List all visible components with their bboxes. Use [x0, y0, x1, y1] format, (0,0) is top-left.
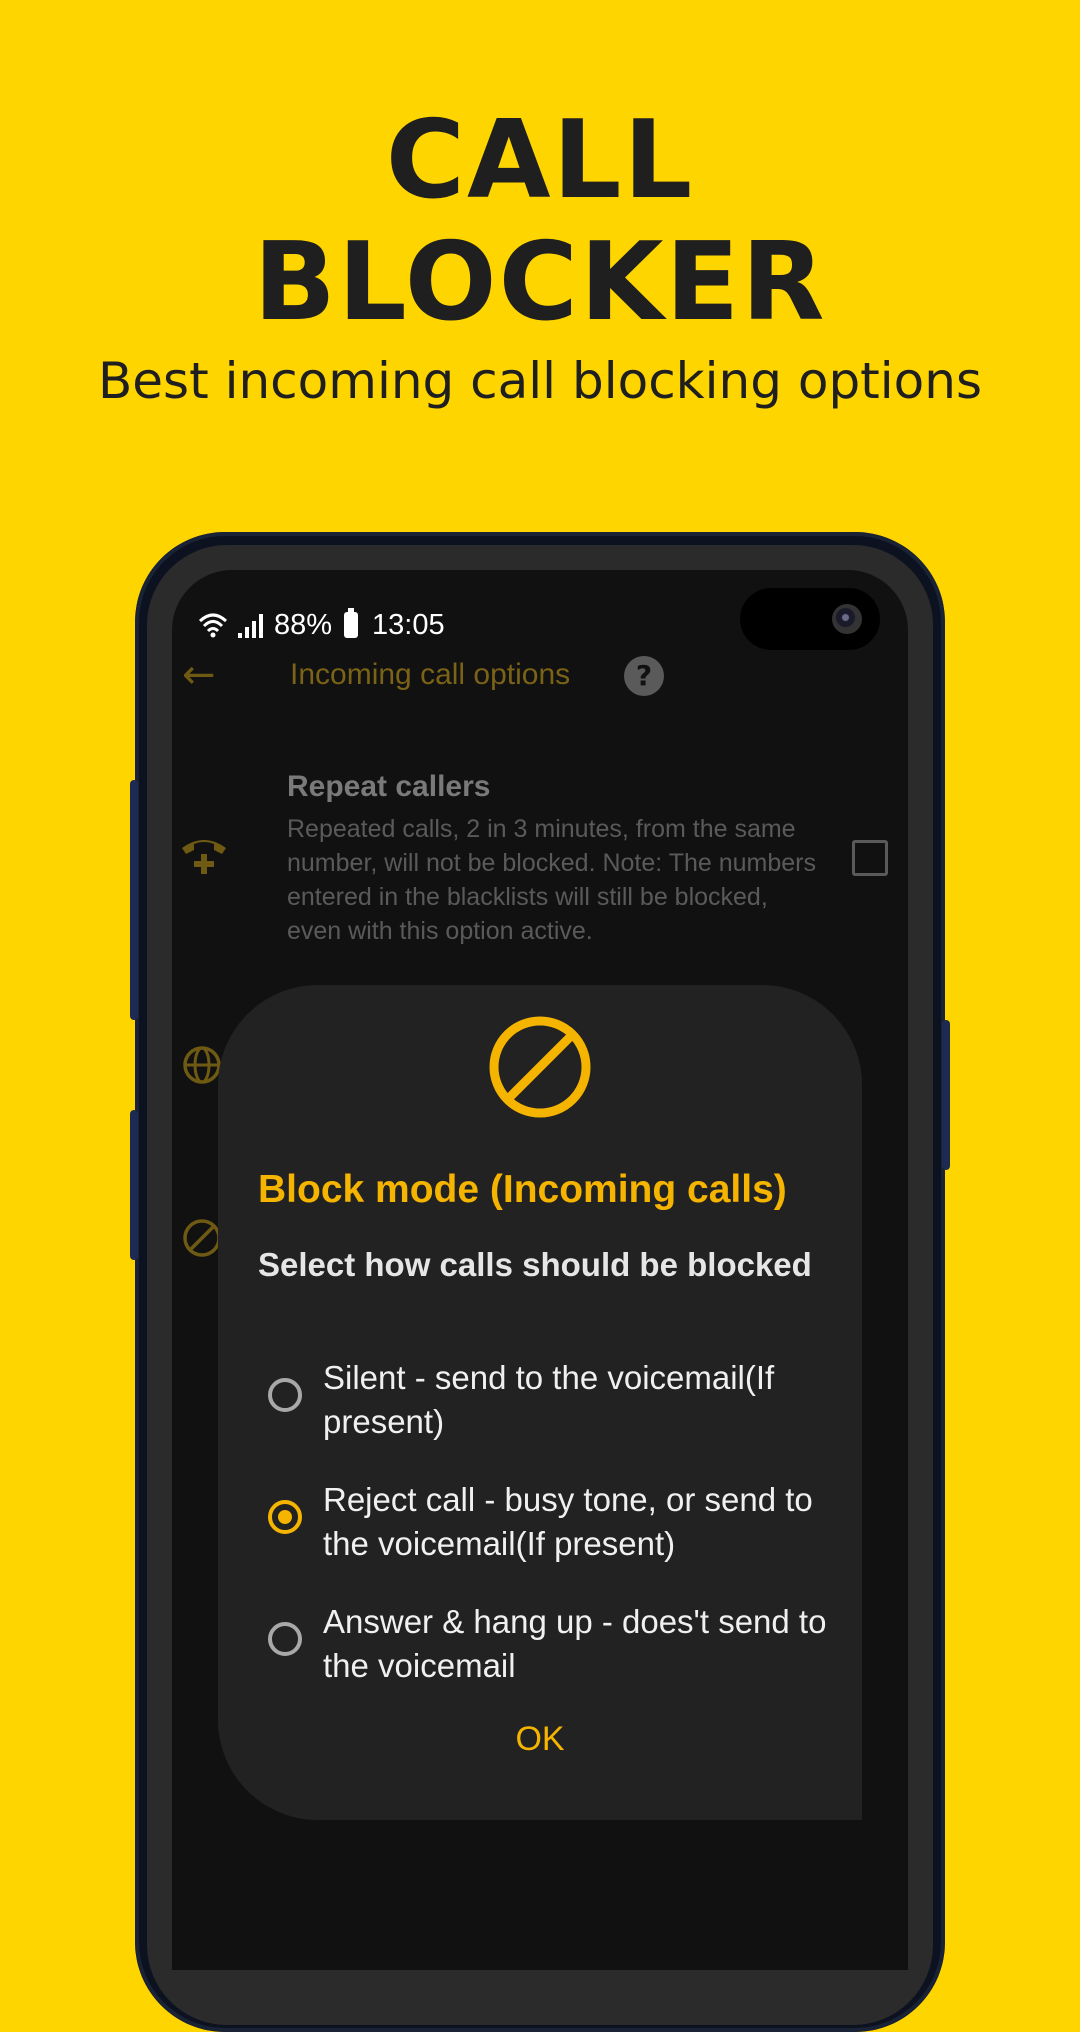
option-label: Reject call - busy tone, or send to the …: [323, 1481, 813, 1562]
promo-title-line2: BLOCKER: [253, 220, 827, 345]
power-button: [942, 1020, 950, 1170]
option-label: Answer & hang up - does't send to the vo…: [323, 1603, 827, 1684]
dialog-subtitle: Select how calls should be blocked: [258, 1246, 812, 1283]
status-bar: 88% 13:05: [198, 605, 445, 645]
volume-button: [130, 780, 138, 1020]
radio-button[interactable]: [268, 1622, 302, 1656]
app-bar-title: Incoming call options: [290, 658, 571, 691]
promo-title: CALL BLOCKER: [0, 100, 1080, 344]
back-arrow-icon[interactable]: ←: [182, 652, 216, 698]
camera-lens-icon: [832, 604, 862, 634]
phone-add-icon: [182, 840, 226, 874]
block-icon: [489, 1016, 591, 1118]
setting-title: Repeat callers: [287, 770, 491, 803]
promo-subtitle: Best incoming call blocking options: [97, 352, 983, 410]
radio-button-selected[interactable]: [268, 1500, 302, 1534]
setting-description: Repeated calls, 2 in 3 minutes, from the…: [287, 815, 816, 945]
wifi-icon: [198, 613, 228, 638]
repeat-callers-checkbox[interactable]: [852, 840, 888, 876]
battery-percent: 88%: [274, 608, 333, 641]
option-reject[interactable]: Reject call - busy tone, or send to the …: [268, 1478, 828, 1568]
promo-title-line1: CALL: [385, 98, 695, 223]
radio-button[interactable]: [268, 1378, 302, 1412]
side-button: [130, 1110, 138, 1260]
dialog-title: Block mode (Incoming calls): [258, 1168, 787, 1211]
status-time: 13:05: [372, 608, 445, 641]
battery-icon: [344, 608, 359, 638]
option-silent[interactable]: Silent - send to the voicemail(If presen…: [268, 1356, 828, 1446]
help-icon[interactable]: ?: [624, 656, 664, 696]
option-answer-hangup[interactable]: Answer & hang up - does't send to the vo…: [268, 1600, 828, 1690]
option-label: Silent - send to the voicemail(If presen…: [323, 1359, 775, 1440]
block-icon: [183, 1219, 221, 1257]
ok-button[interactable]: OK: [500, 1720, 580, 1759]
signal-icon: [238, 614, 263, 638]
globe-icon: [183, 1046, 221, 1084]
